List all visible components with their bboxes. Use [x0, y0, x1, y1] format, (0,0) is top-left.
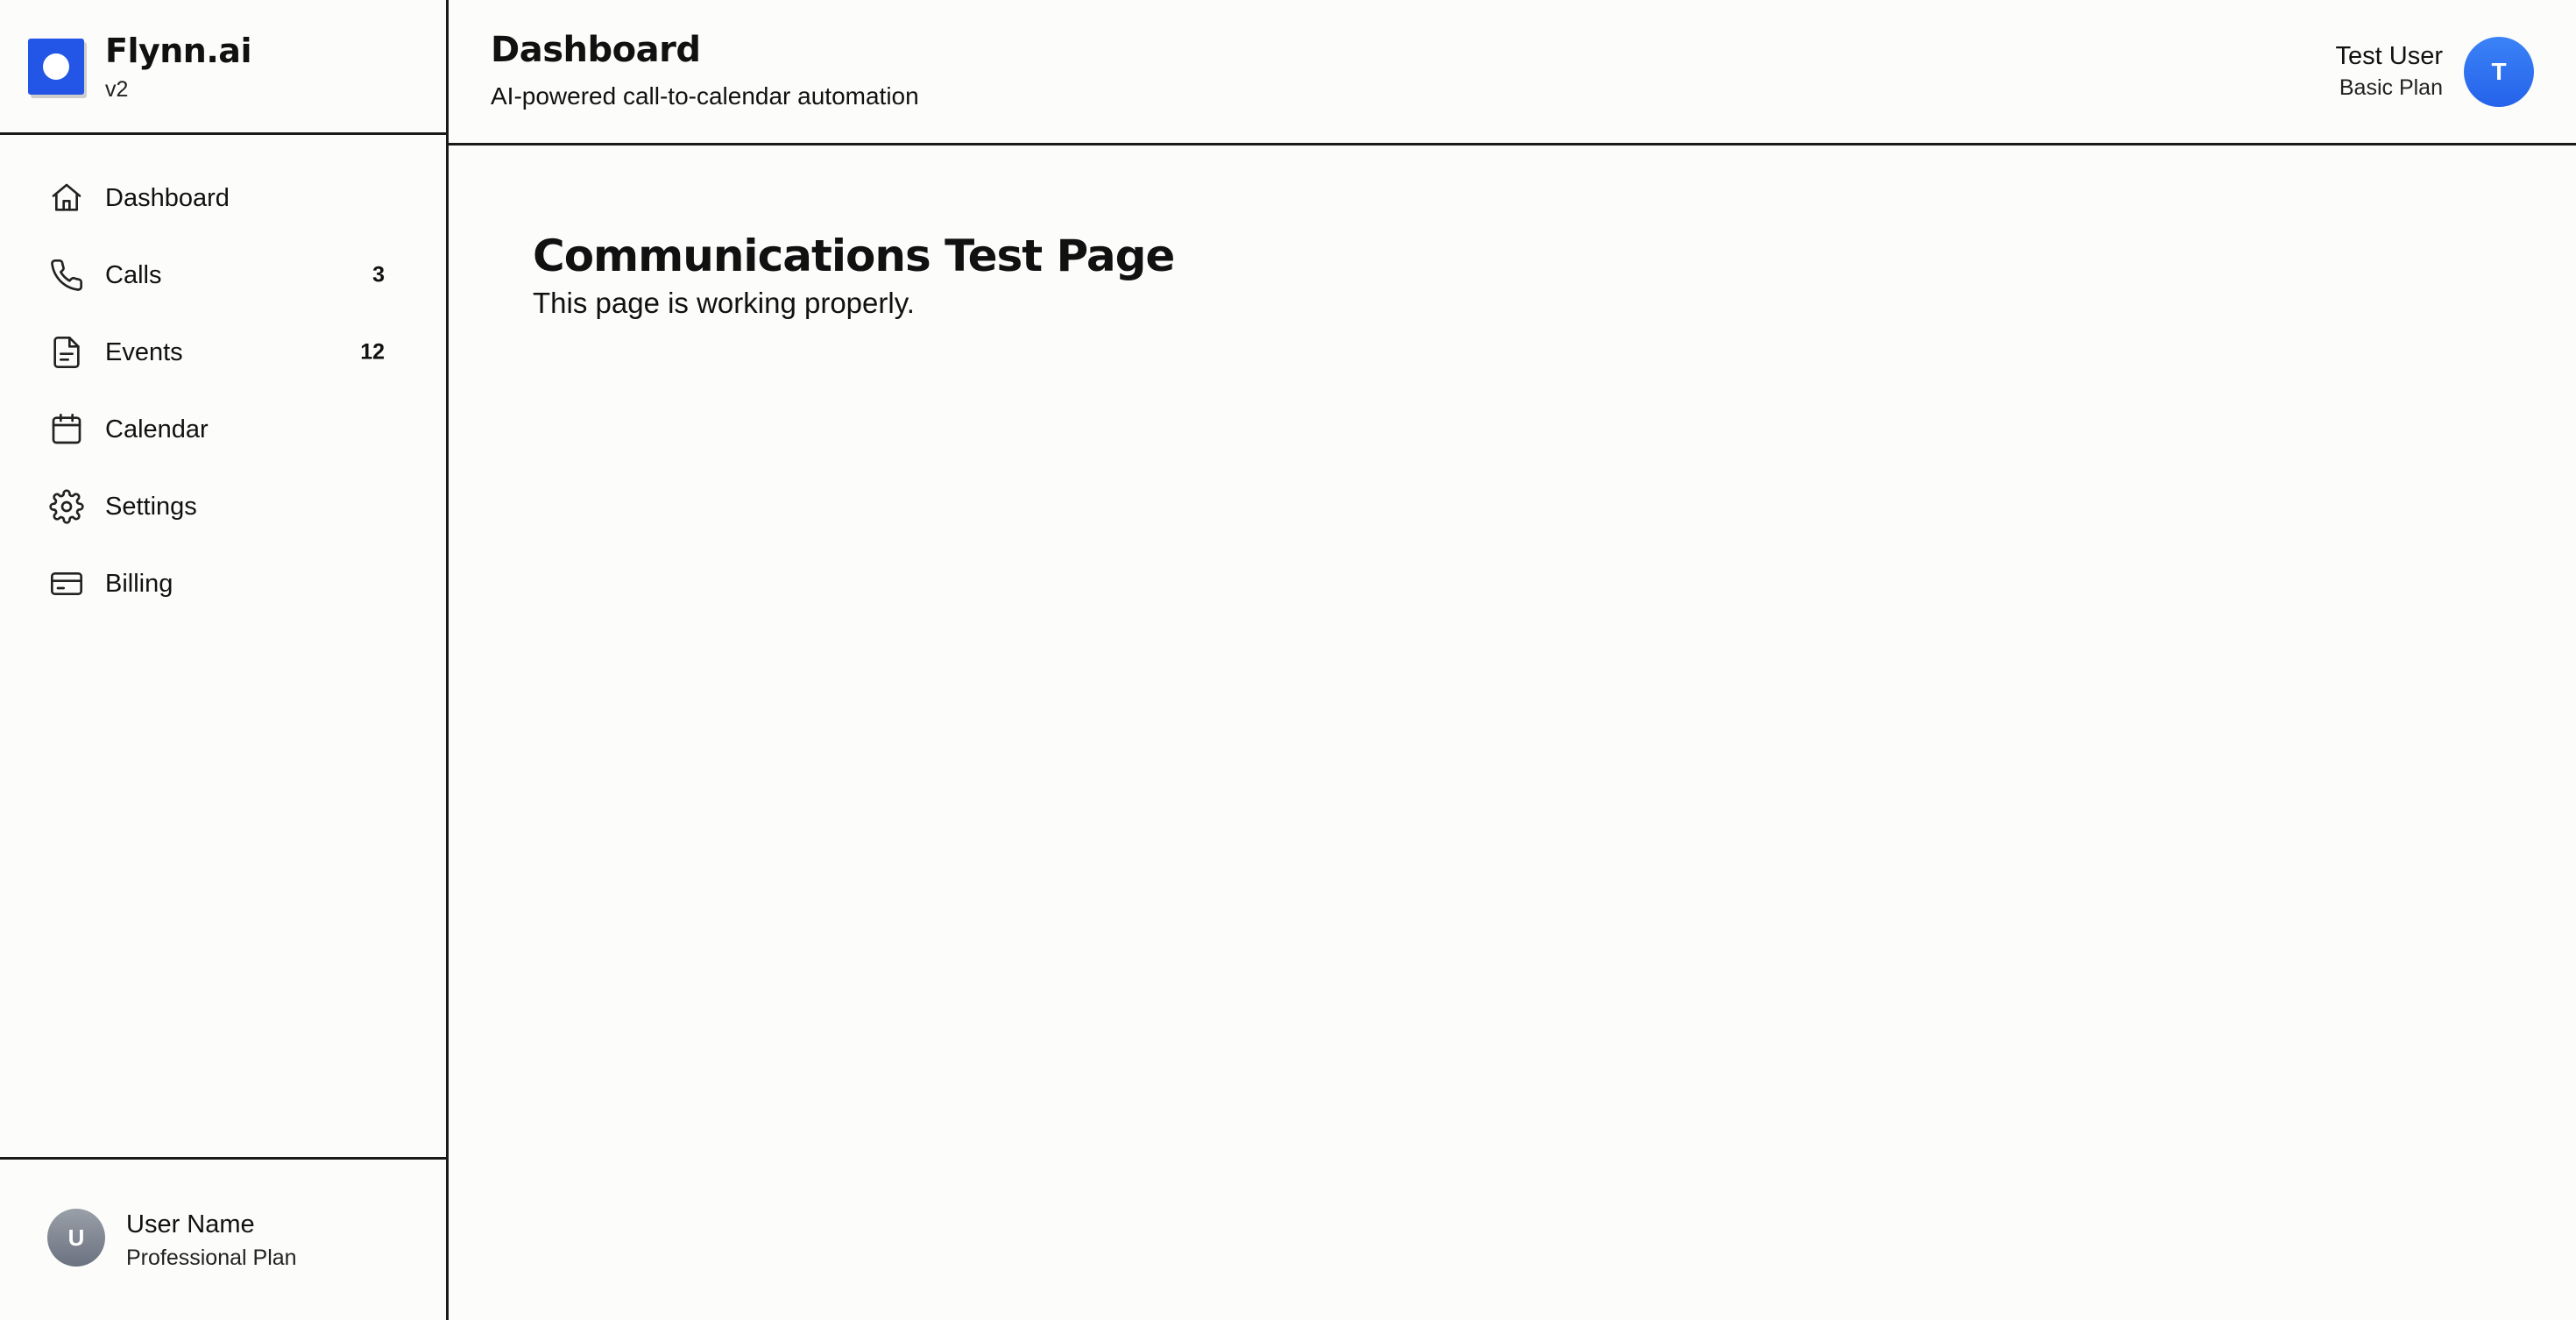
sidebar-item-label: Dashboard [105, 183, 230, 212]
credit-card-icon [49, 566, 84, 601]
brand-logo [28, 39, 84, 95]
sidebar-user-plan: Professional Plan [126, 1245, 297, 1270]
sidebar-item-events[interactable]: Events 12 [0, 314, 446, 391]
calendar-icon [49, 412, 84, 447]
content-text: This page is working properly. [533, 287, 915, 319]
header-user-name: Test User [2335, 42, 2443, 70]
sidebar-item-billing[interactable]: Billing [0, 545, 446, 622]
brand-name: Flynn.ai [105, 32, 251, 70]
sidebar-item-label: Events [105, 337, 183, 366]
sidebar-item-calendar[interactable]: Calendar [0, 391, 446, 468]
sidebar-item-calls[interactable]: Calls 3 [0, 237, 446, 314]
sidebar-item-label: Calendar [105, 415, 209, 444]
content-title: Communications Test Page [533, 231, 1175, 281]
sidebar-item-label: Billing [105, 569, 173, 598]
calls-count-badge: 3 [372, 262, 385, 287]
page-title: Dashboard [491, 30, 701, 70]
brand-version: v2 [105, 77, 129, 102]
sidebar: Flynn.ai v2 Dashboard Calls 3 Events 12 … [0, 0, 449, 1320]
sidebar-nav: Dashboard Calls 3 Events 12 Calendar Set… [0, 160, 446, 622]
user-avatar[interactable]: T [2464, 37, 2534, 107]
avatar: U [47, 1209, 105, 1267]
app-shell: Flynn.ai v2 Dashboard Calls 3 Events 12 … [0, 0, 2576, 1320]
sidebar-item-label: Calls [105, 260, 162, 289]
top-header: Dashboard AI-powered call-to-calendar au… [449, 0, 2576, 145]
home-icon [49, 181, 84, 216]
gear-icon [49, 489, 84, 524]
events-count-badge: 12 [360, 339, 385, 365]
sidebar-user-card[interactable]: U User Name Professional Plan [0, 1157, 446, 1320]
sidebar-item-dashboard[interactable]: Dashboard [0, 160, 446, 237]
header-user-plan: Basic Plan [2339, 75, 2443, 100]
sidebar-user-name: User Name [126, 1210, 255, 1238]
brand[interactable]: Flynn.ai v2 [0, 0, 446, 135]
page-subtitle: AI-powered call-to-calendar automation [491, 82, 919, 110]
document-icon [49, 335, 84, 370]
sidebar-item-label: Settings [105, 492, 197, 521]
phone-icon [49, 258, 84, 293]
sidebar-item-settings[interactable]: Settings [0, 468, 446, 545]
main-content: Communications Test Page This page is wo… [449, 148, 2576, 1320]
